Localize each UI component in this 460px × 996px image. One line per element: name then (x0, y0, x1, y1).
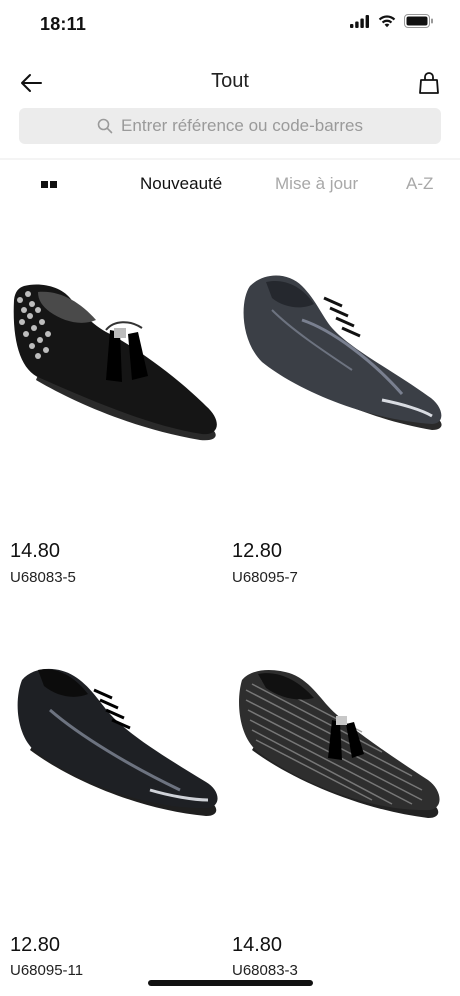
product-price: 14.80 (232, 934, 283, 956)
product-price: 12.80 (232, 540, 283, 562)
search-input[interactable]: Entrer référence ou code-barres (19, 108, 441, 144)
product-image (13, 284, 217, 441)
tab-nouveaute[interactable]: Nouveauté (140, 174, 222, 194)
bag-button[interactable] (412, 66, 446, 100)
product-ref: U68095-11 (10, 962, 84, 979)
product-ref: U68095-7 (232, 569, 298, 586)
product-card[interactable]: 14.80 U68083-3 (232, 640, 452, 996)
status-time: 18:11 (40, 14, 87, 34)
signal-icon (350, 14, 369, 28)
status-icons (350, 14, 434, 28)
battery-icon (404, 14, 433, 28)
tab-mise-a-jour[interactable]: Mise à jour (275, 174, 358, 194)
product-ref: U68083-5 (10, 569, 76, 586)
product-image (243, 275, 442, 430)
product-price: 12.80 (10, 934, 61, 956)
search-placeholder: Entrer référence ou code-barres (121, 116, 363, 135)
product-image (239, 670, 440, 818)
home-indicator (148, 980, 313, 986)
grid-view-toggle-icon[interactable] (34, 170, 64, 198)
product-ref: U68083-3 (232, 962, 298, 979)
product-image (17, 668, 218, 816)
tab-a-z[interactable]: A-Z (406, 174, 433, 194)
product-card[interactable]: 12.80 U68095-7 (232, 230, 452, 590)
wifi-icon (378, 15, 396, 28)
nav-bar: Tout (0, 58, 460, 106)
page-title: Tout (211, 70, 249, 92)
status-bar: 18:11 (0, 0, 460, 50)
product-price: 14.80 (10, 540, 61, 562)
divider (0, 158, 460, 160)
search-icon (97, 118, 113, 134)
shopping-bag-icon (419, 72, 439, 94)
product-card[interactable]: 14.80 U68083-5 (10, 230, 230, 590)
product-card[interactable]: 12.80 U68095-11 (10, 640, 230, 996)
sort-bar: Nouveauté Mise à jour A-Z (0, 162, 460, 206)
